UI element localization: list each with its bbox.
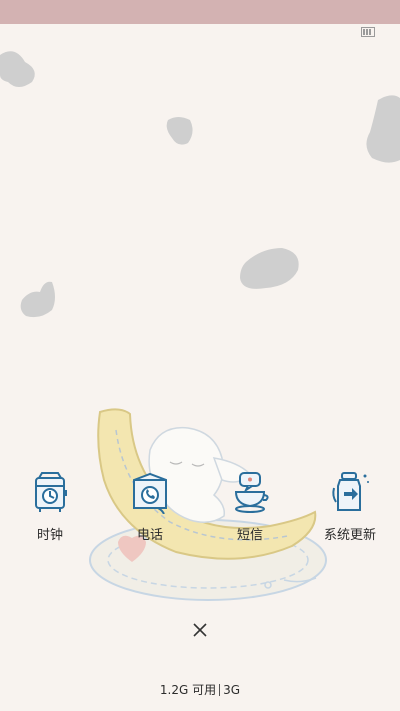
system-update-app-icon — [332, 472, 369, 511]
clock-app-icon — [35, 472, 67, 512]
app-messages[interactable]: 短信 — [210, 470, 290, 552]
divider — [219, 684, 221, 696]
network-type: 3G — [223, 683, 241, 697]
memory-info: 1.2G 可用 3G — [0, 681, 400, 698]
available-memory: 1.2G 可用 — [159, 683, 217, 697]
app-system-update[interactable]: 系统更新 — [310, 470, 390, 552]
app-clock[interactable]: 时钟 — [10, 470, 90, 552]
close-icon[interactable] — [190, 620, 210, 640]
phone-app-icon — [133, 472, 167, 514]
message-app-icon — [234, 472, 269, 513]
app-label: 电话 — [136, 528, 163, 543]
app-label: 系统更新 — [323, 528, 376, 543]
wallpaper — [0, 51, 400, 601]
app-label: 时钟 — [36, 528, 63, 543]
app-phone[interactable]: 电话 — [110, 470, 190, 552]
app-label: 短信 — [236, 528, 263, 543]
